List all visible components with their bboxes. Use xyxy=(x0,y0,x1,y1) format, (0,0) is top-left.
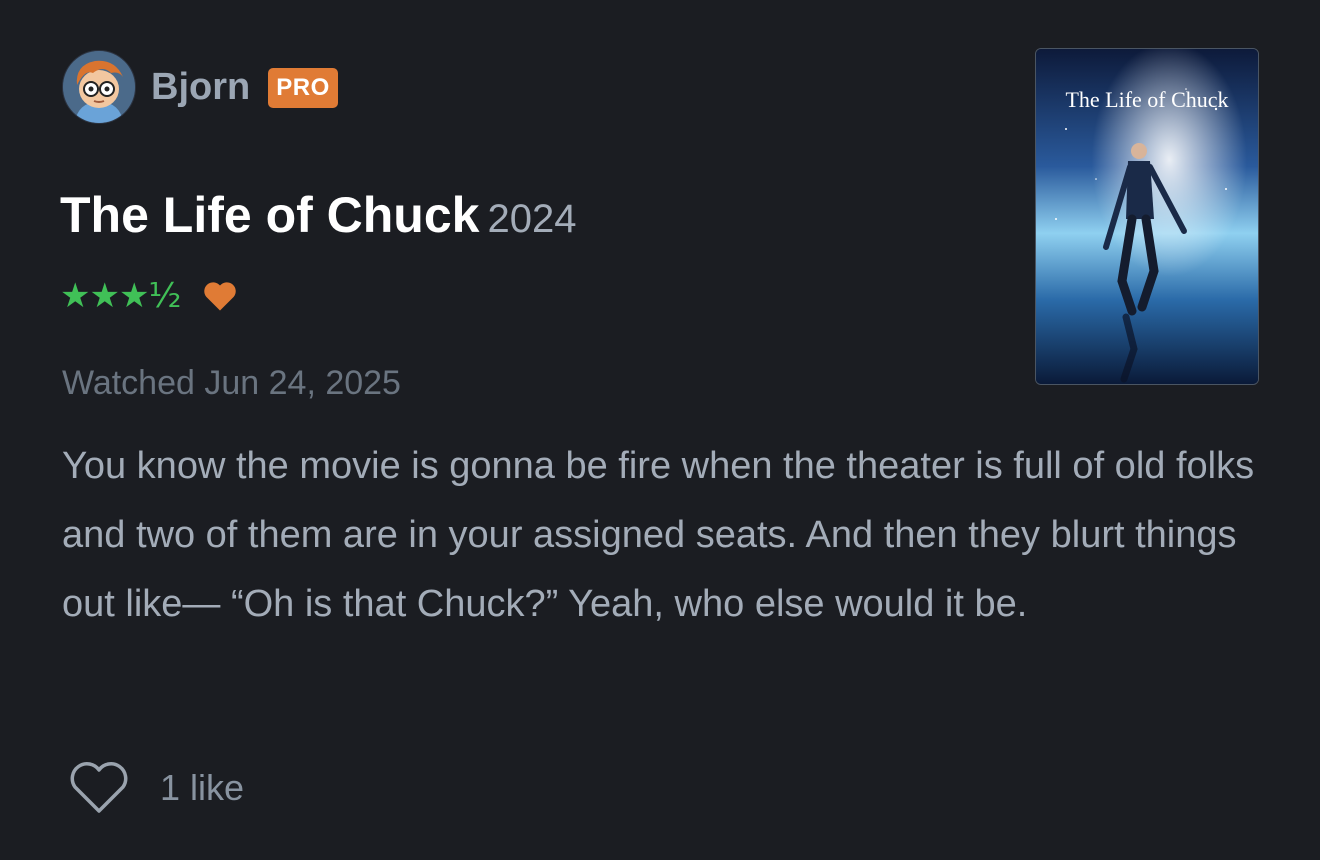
film-title[interactable]: The Life of Chuck xyxy=(60,187,479,243)
heart-outline-icon[interactable] xyxy=(68,760,130,816)
watched-date: Watched Jun 24, 2025 xyxy=(62,364,401,402)
film-year[interactable]: 2024 xyxy=(487,197,576,241)
username[interactable]: Bjorn xyxy=(151,64,250,110)
like-row: 1 like xyxy=(68,758,244,818)
film-heading: The Life of Chuck 2024 xyxy=(60,184,576,259)
film-poster[interactable]: The Life of Chuck xyxy=(1035,48,1259,385)
poster-title: The Life of Chuck xyxy=(1065,87,1229,112)
avatar-image xyxy=(63,51,135,123)
review-text: You know the movie is gonna be fire when… xyxy=(62,445,1255,625)
avatar[interactable] xyxy=(62,50,136,124)
heart-icon xyxy=(202,276,242,316)
pro-badge: PRO xyxy=(268,68,338,108)
star-rating: ★★★½ xyxy=(60,276,181,316)
like-count[interactable]: 1 like xyxy=(160,767,244,809)
rating-row: ★★★½ xyxy=(60,272,242,320)
